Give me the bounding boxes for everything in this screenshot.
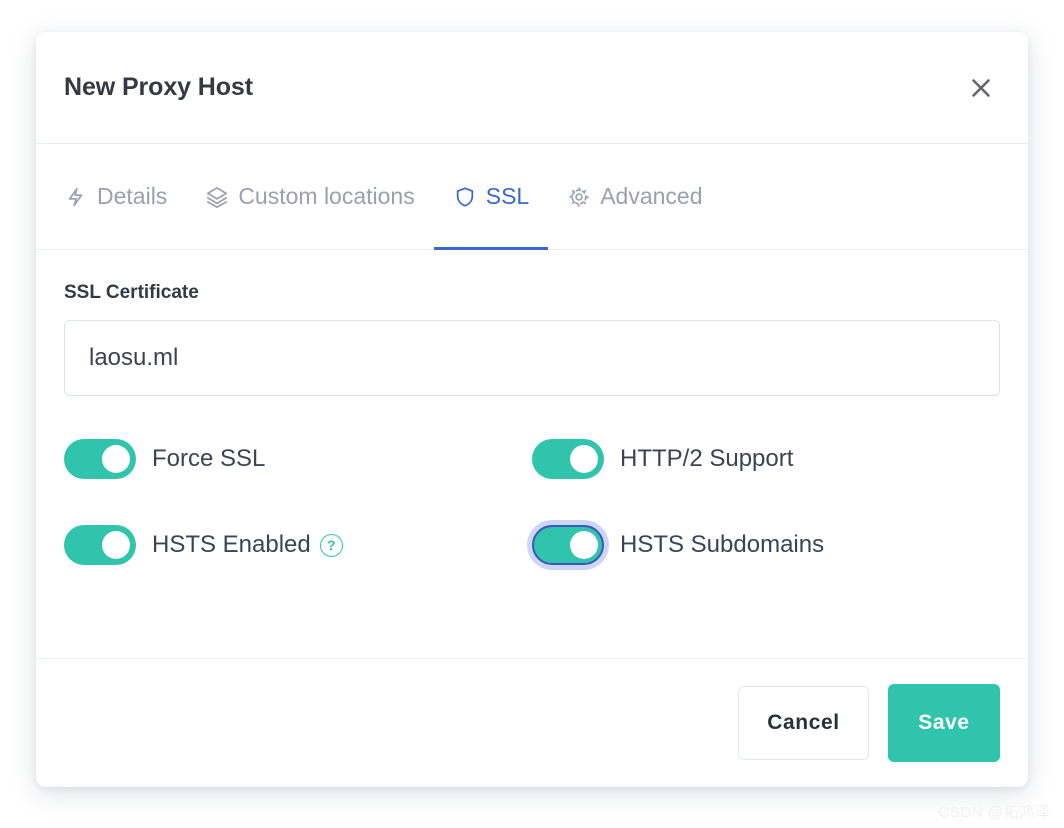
cancel-button[interactable]: Cancel: [738, 686, 869, 760]
toggle-row-hsts-enabled[interactable]: HSTS Enabled ?: [64, 512, 532, 578]
tab-custom-locations-label: Custom locations: [238, 183, 415, 209]
ssl-toggle-grid: Force SSL HTTP/2 Support HSTS Enabled ?: [64, 426, 1000, 578]
hsts-enabled-label: HSTS Enabled: [152, 531, 311, 558]
ssl-certificate-label: SSL Certificate: [64, 282, 199, 303]
close-button[interactable]: [964, 71, 998, 105]
close-icon: [970, 77, 992, 99]
force-ssl-label-wrap: Force SSL: [152, 445, 265, 473]
modal-footer: Cancel Save: [36, 658, 1028, 787]
page-title: New Proxy Host: [64, 73, 253, 101]
switch-knob: [570, 531, 598, 559]
force-ssl-label: Force SSL: [152, 445, 266, 472]
tab-bar: Details Custom locations SSL Advanced: [36, 144, 1028, 250]
tab-ssl[interactable]: SSL: [433, 144, 549, 250]
hsts-subdomains-label: HSTS Subdomains: [620, 531, 825, 558]
http2-support-label-wrap: HTTP/2 Support: [620, 445, 793, 473]
tab-custom-locations[interactable]: Custom locations: [186, 144, 433, 249]
tab-details-label: Details: [97, 183, 168, 209]
http2-support-switch[interactable]: [532, 439, 604, 479]
http2-support-label: HTTP/2 Support: [620, 445, 794, 472]
new-proxy-host-modal: New Proxy Host Details Custom locations …: [36, 32, 1028, 787]
watermark: CSDN @拓鸿泽: [938, 804, 1050, 821]
toggle-row-force-ssl[interactable]: Force SSL: [64, 426, 532, 492]
help-icon[interactable]: ?: [319, 533, 343, 557]
tab-advanced-label: Advanced: [600, 183, 703, 209]
tab-details[interactable]: Details: [64, 144, 186, 249]
tab-advanced[interactable]: Advanced: [548, 144, 721, 249]
toggle-row-http2-support[interactable]: HTTP/2 Support: [532, 426, 1000, 492]
hsts-subdomains-label-wrap: HSTS Subdomains: [620, 531, 824, 559]
toggle-row-hsts-subdomains[interactable]: HSTS Subdomains: [532, 512, 1000, 578]
ssl-certificate-select[interactable]: laosu.ml: [64, 320, 1000, 396]
hsts-enabled-switch[interactable]: [64, 525, 136, 565]
ssl-panel: SSL Certificate laosu.ml Force SSL HTTP/…: [36, 250, 1028, 658]
layers-icon: [205, 185, 229, 209]
modal-header: New Proxy Host: [36, 32, 1028, 144]
switch-knob: [102, 445, 130, 473]
switch-knob: [102, 531, 130, 559]
bolt-icon: [64, 185, 88, 209]
switch-knob: [570, 445, 598, 473]
hsts-subdomains-switch[interactable]: [532, 525, 604, 565]
gear-icon: [567, 185, 591, 209]
shield-icon: [453, 185, 477, 209]
hsts-enabled-label-wrap: HSTS Enabled ?: [152, 531, 343, 559]
tab-ssl-label: SSL: [485, 183, 530, 209]
force-ssl-switch[interactable]: [64, 439, 136, 479]
ssl-certificate-value: laosu.ml: [89, 344, 179, 371]
save-button[interactable]: Save: [888, 684, 1000, 762]
